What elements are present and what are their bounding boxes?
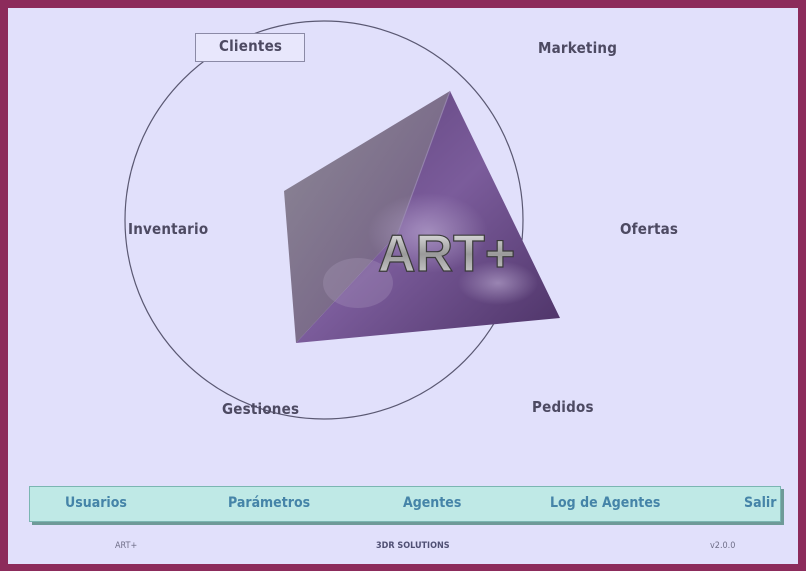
logo-text: ART+ [378, 225, 515, 283]
footer-version: v2.0.0 [710, 541, 736, 551]
menu-log-agentes[interactable]: Log de Agentes [550, 495, 660, 511]
menu-usuarios[interactable]: Usuarios [65, 495, 127, 511]
main-window: ART+ Clientes Marketing Inventario Ofert… [8, 8, 798, 564]
menu-inventario[interactable]: Inventario [128, 220, 208, 238]
menu-ofertas[interactable]: Ofertas [620, 220, 678, 238]
menu-agentes[interactable]: Agentes [403, 495, 461, 511]
bottom-menu-bar: Usuarios Parámetros Agentes Log de Agent… [29, 486, 781, 522]
menu-parametros[interactable]: Parámetros [228, 495, 310, 511]
menu-clientes[interactable]: Clientes [195, 33, 306, 62]
menu-gestiones[interactable]: Gestiones [222, 400, 299, 418]
menu-salir[interactable]: Salir [744, 495, 776, 511]
menu-marketing[interactable]: Marketing [538, 39, 617, 57]
footer-company: 3DR SOLUTIONS [376, 541, 450, 551]
footer-app-name: ART+ [115, 541, 138, 551]
pyramid-logo[interactable]: ART+ [278, 83, 578, 343]
menu-pedidos[interactable]: Pedidos [532, 398, 594, 416]
